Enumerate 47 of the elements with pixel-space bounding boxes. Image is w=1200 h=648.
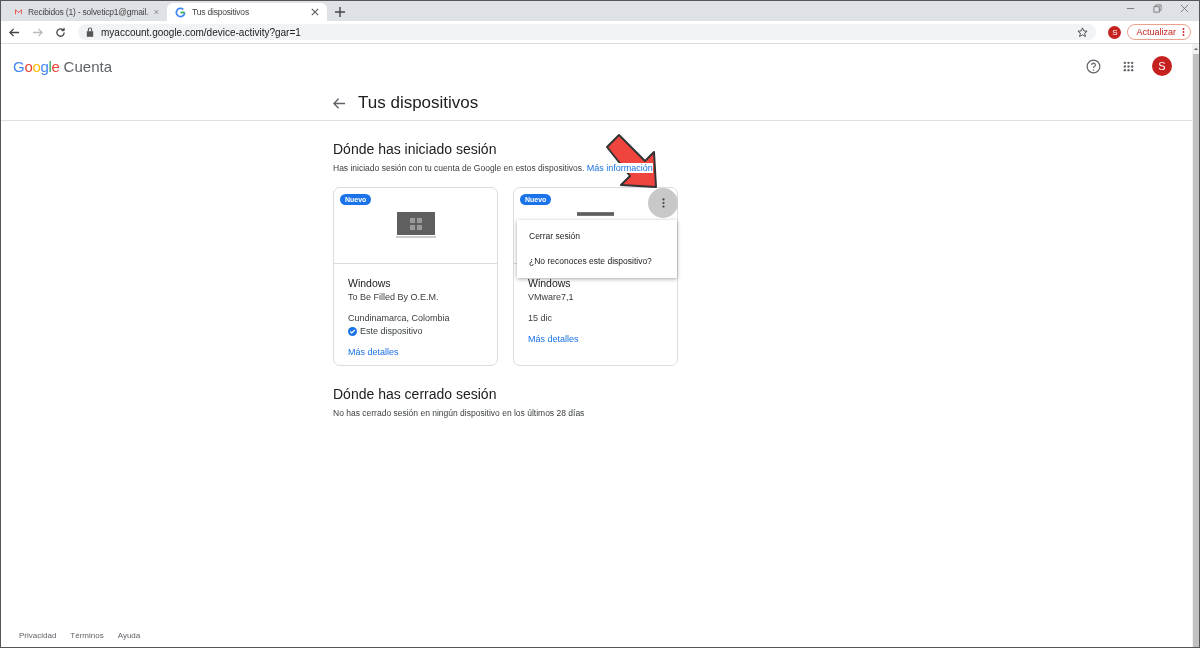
last-active-date: 15 dic [528,313,554,323]
star-icon[interactable] [1077,26,1089,38]
apps-grid-icon[interactable] [1123,60,1134,72]
browser-tab[interactable]: Recibidos (1) - solveticp1@gmail. [7,3,167,21]
url-text: myaccount.google.com/device-activity?gar=1 [101,26,301,38]
footer-link[interactable]: Términos [70,631,104,640]
reload-icon[interactable] [55,26,66,38]
more-icon [1182,27,1185,37]
footer-link[interactable]: Ayuda [117,631,141,640]
device-name: Windows [528,277,572,289]
product-name: Cuenta [63,57,112,75]
page-title: Tus dispositivos [358,93,479,113]
section-heading: Dónde has cerrado sesión [333,386,498,402]
section-description: Has iniciado sesión con tu cuenta de Google en estos dispositivos. [333,163,585,173]
more-info-link[interactable]: Más información [586,163,653,173]
section-heading: Dónde has iniciado sesión [333,141,498,157]
back-icon[interactable] [9,26,20,38]
plus-icon[interactable] [335,7,345,17]
google-logo[interactable]: Google [13,57,60,75]
close-icon[interactable] [311,8,319,16]
menu-item[interactable]: ¿No reconoces este dispositivo? [517,249,677,274]
lock-icon [86,27,94,37]
more-details-link[interactable]: Más detalles [348,347,399,357]
restore-icon[interactable] [1153,4,1162,13]
more-vert-icon [661,198,665,208]
browser-tab[interactable]: Tus dispositivos [167,3,327,21]
close-icon[interactable] [1180,4,1189,13]
this-device-label: Este dispositivo [360,326,423,336]
g-logo-icon [175,6,186,18]
envelope-icon [15,7,23,17]
device-location: Cundinamarca, Colombia [348,313,451,323]
account-avatar[interactable]: S [1152,56,1172,76]
scrollbar[interactable] [1192,44,1199,647]
footer-link[interactable]: Privacidad [19,631,57,640]
section-description: No has cerrado sesión en ningún dispositivo en los últimos 28 días [333,408,586,418]
more-details-link[interactable]: Más detalles [528,334,579,344]
help-icon[interactable] [1086,58,1101,74]
address-bar[interactable]: myaccount.google.com/device-activity?gar=1 [78,24,1097,40]
device-name: Windows [348,277,392,289]
profile-avatar[interactable]: S [1108,25,1122,39]
device-model: VMware7,1 [528,292,575,302]
update-button[interactable]: Actualizar [1127,24,1191,40]
scroll-up-icon[interactable] [1192,46,1199,51]
device-model: To Be Filled By O.E.M. [348,292,440,302]
check-circle-icon [348,326,357,336]
menu-item[interactable]: Cerrar sesión [517,224,677,249]
back-arrow-icon[interactable] [333,96,346,110]
